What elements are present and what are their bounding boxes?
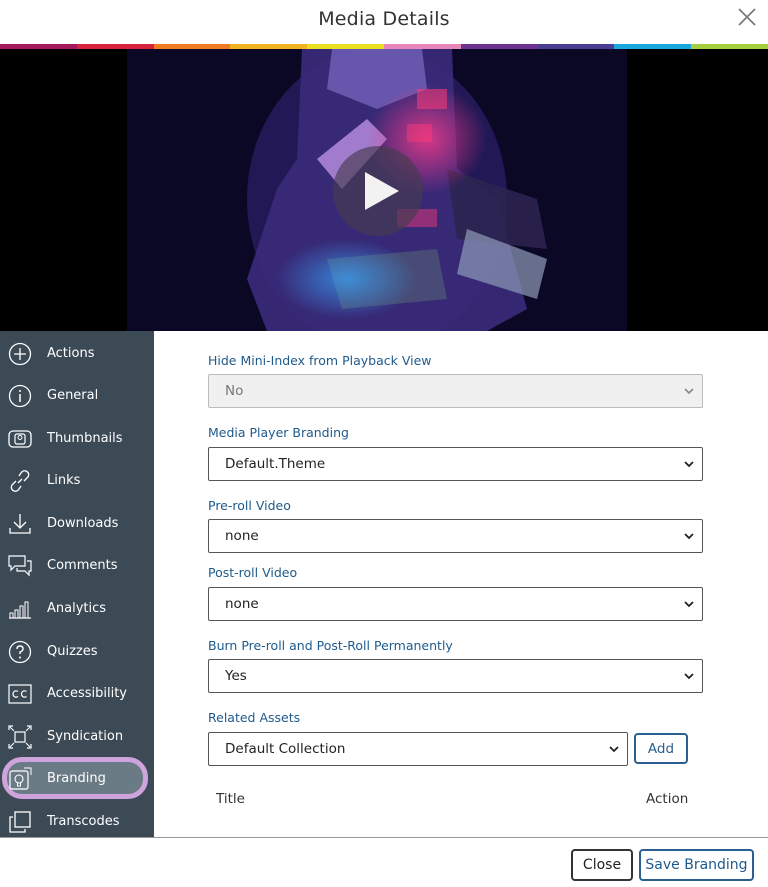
select-value: Default.Theme	[225, 456, 326, 472]
analytics-icon	[9, 601, 31, 619]
branding-panel: Hide Mini-Index from Playback View No Me…	[154, 331, 768, 837]
sidebar-item-label: Downloads	[47, 515, 119, 531]
chevron-down-icon	[684, 388, 694, 395]
sidebar-item-transcodes[interactable]: Transcodes	[0, 802, 154, 840]
player-branding-select[interactable]: Default.Theme	[208, 447, 703, 481]
sidebar-item-label: General	[47, 387, 99, 403]
sidebar-item-label: Transcodes	[47, 813, 120, 829]
modal-title: Media Details	[318, 8, 450, 30]
sidebar-item-label: Accessibility	[47, 685, 127, 701]
sidebar-item-general[interactable]: General	[0, 376, 154, 414]
sidebar-item-analytics[interactable]: Analytics	[0, 589, 154, 627]
sidebar-item-branding[interactable]: Branding	[2, 757, 148, 799]
sidebar-item-label: Syndication	[47, 728, 124, 744]
sidebar-item-comments[interactable]: Comments	[0, 546, 154, 584]
column-header-action: Action	[646, 791, 689, 807]
burn-label: Burn Pre-roll and Post-Roll Permanently	[208, 638, 453, 653]
chevron-down-icon	[684, 601, 694, 608]
play-icon	[365, 172, 399, 210]
preroll-label: Pre-roll Video	[208, 498, 291, 513]
transcodes-icon	[9, 811, 31, 833]
download-icon	[9, 514, 31, 534]
sidebar-item-label: Quizzes	[47, 643, 98, 659]
close-button[interactable]: Close	[571, 849, 633, 881]
plus-circle-icon	[8, 342, 32, 366]
cc-icon	[8, 684, 32, 704]
select-value: Default Collection	[225, 741, 346, 757]
syndication-icon	[8, 725, 32, 749]
sidebar-item-label: Comments	[47, 557, 118, 573]
sidebar-item-thumbnails[interactable]: Thumbnails	[0, 419, 154, 457]
sidebar-item-quizzes[interactable]: Quizzes	[0, 632, 154, 670]
sidebar-item-label: Thumbnails	[47, 430, 123, 446]
postroll-label: Post-roll Video	[208, 565, 298, 580]
sidebar-item-label: Links	[47, 472, 81, 488]
video-player[interactable]	[0, 49, 768, 331]
branding-icon	[9, 767, 32, 790]
burn-select[interactable]: Yes	[208, 659, 703, 693]
sidebar-item-syndication[interactable]: Syndication	[0, 717, 154, 755]
player-branding-label: Media Player Branding	[208, 425, 349, 440]
select-value: Yes	[225, 668, 247, 684]
select-value: none	[225, 596, 259, 612]
preroll-select[interactable]: none	[208, 519, 703, 553]
sidebar-item-label: Actions	[47, 345, 95, 361]
chevron-down-icon	[684, 533, 694, 540]
sidebar: Actions General Thumbnails Links Downloa…	[0, 331, 154, 837]
sidebar-item-label: Analytics	[47, 600, 107, 616]
postroll-select[interactable]: none	[208, 587, 703, 621]
mini-index-label: Hide Mini-Index from Playback View	[208, 353, 432, 368]
comments-icon	[8, 555, 32, 577]
sidebar-item-label: Branding	[47, 770, 106, 786]
close-icon[interactable]	[736, 6, 758, 28]
chevron-down-icon	[684, 673, 694, 680]
related-assets-label: Related Assets	[208, 710, 301, 725]
sidebar-item-actions[interactable]: Actions	[0, 334, 154, 372]
sidebar-item-links[interactable]: Links	[0, 461, 154, 499]
select-value: No	[225, 383, 244, 399]
add-related-button[interactable]: Add	[634, 733, 688, 764]
save-branding-button[interactable]: Save Branding	[639, 849, 754, 881]
link-icon	[10, 470, 30, 492]
select-value: none	[225, 528, 259, 544]
chevron-down-icon	[609, 746, 619, 753]
question-circle-icon	[8, 640, 32, 664]
thumbnails-icon	[8, 430, 32, 448]
sidebar-item-accessibility[interactable]: Accessibility	[0, 674, 154, 712]
sidebar-item-downloads[interactable]: Downloads	[0, 504, 154, 542]
column-header-title: Title	[216, 791, 245, 807]
chevron-down-icon	[684, 461, 694, 468]
mini-index-select: No	[208, 374, 703, 408]
modal-footer: Close Save Branding	[0, 837, 768, 887]
play-button[interactable]	[333, 146, 423, 236]
related-assets-select[interactable]: Default Collection	[208, 732, 628, 766]
info-circle-icon	[8, 384, 32, 408]
modal-header: Media Details	[0, 0, 768, 44]
